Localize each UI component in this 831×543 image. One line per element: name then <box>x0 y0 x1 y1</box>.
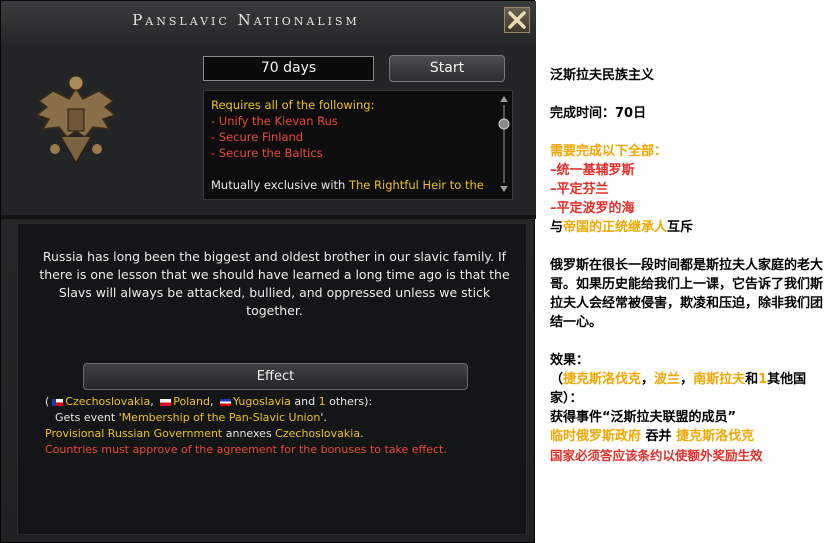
effect-approval-note: Countries must approve of the agreement … <box>45 443 447 456</box>
scroll-thumb <box>498 118 510 130</box>
effects-list: (Czechoslovakia, Poland, Yugoslavia and … <box>45 394 525 458</box>
cn-event-line: 获得事件“泛斯拉夫联盟的成员” <box>550 410 737 425</box>
requirements-header: Requires all of the following: <box>211 98 375 112</box>
focus-description: Russia has long been the biggest and old… <box>39 249 510 318</box>
country-yugoslavia[interactable]: Yugoslavia <box>233 395 291 408</box>
cn-effect-countries: （捷克斯洛伐克，波兰，南斯拉夫和1其他国家）： <box>550 372 807 406</box>
yugoslavia-flag-icon <box>219 398 231 406</box>
double-headed-eagle-icon <box>35 75 117 165</box>
event-name[interactable]: Membership of the Pan-Slavic Union <box>122 411 321 424</box>
requirements-text: Requires all of the following: - Unify t… <box>211 97 499 193</box>
mutex-target: The Rightful Heir to the <box>348 178 484 192</box>
requirement-item: - Unify the Kievan Rus <box>211 114 338 128</box>
requirements-box[interactable]: Requires all of the following: - Unify t… <box>203 90 513 200</box>
close-button[interactable] <box>504 7 530 33</box>
effect-event-line: Gets event 'Membership of the Pan-Slavic… <box>55 411 327 424</box>
focus-window: Panslavic Nationalism 70 days Start Requ… <box>0 0 536 543</box>
scroll-up-icon <box>500 96 508 102</box>
cn-title: 泛斯拉夫民族主义 <box>550 68 655 83</box>
country-czechoslovakia[interactable]: Czechoslovakia <box>65 395 150 408</box>
window-title: Panslavic Nationalism <box>132 11 360 29</box>
cn-effect-header: 效果： <box>550 353 590 368</box>
start-button[interactable]: Start <box>389 55 505 82</box>
cn-req-item: –统一基辅罗斯 <box>550 163 635 178</box>
duration-display: 70 days <box>203 56 374 81</box>
cn-description: 俄罗斯在很长一段时间都是斯拉夫人家庭的老大哥。如果历史能给我们上一课，它告诉了我… <box>550 258 824 330</box>
cn-annex-line: 临时俄罗斯政府 吞并 捷克斯洛伐克 <box>550 429 755 444</box>
cn-req-header: 需要完成以下全部： <box>550 144 668 159</box>
chinese-translation: 泛斯拉夫民族主义 完成时间：70日 需要完成以下全部： –统一基辅罗斯 –平定芬… <box>550 66 828 465</box>
title-bar: Panslavic Nationalism <box>1 1 536 46</box>
effect-header: Effect <box>83 363 468 390</box>
effect-annex-line: Provisional Russian Government annexes C… <box>45 427 364 440</box>
country-poland[interactable]: Poland <box>173 395 210 408</box>
requirements-scrollbar[interactable] <box>498 93 510 197</box>
scroll-down-icon <box>500 186 508 192</box>
cn-req-item: –平定芬兰 <box>550 182 609 197</box>
poland-flag-icon <box>160 398 172 406</box>
czechoslovakia-flag-icon <box>52 398 64 406</box>
close-icon <box>508 11 526 29</box>
cn-mutex: 与帝国的正统继承人互斥 <box>550 220 694 235</box>
cn-time: 完成时间：70日 <box>550 106 647 121</box>
cn-approval-note: 国家必须答应该条约以使额外奖励生效 <box>550 448 763 463</box>
mutex-prefix: Mutually exclusive with <box>211 178 349 192</box>
cn-req-item: –平定波罗的海 <box>550 201 635 216</box>
requirement-item: - Secure the Baltics <box>211 146 323 160</box>
effect-countries-line: (Czechoslovakia, Poland, Yugoslavia and … <box>45 395 373 408</box>
requirement-item: - Secure Finland <box>211 130 304 144</box>
section-divider <box>1 215 536 219</box>
